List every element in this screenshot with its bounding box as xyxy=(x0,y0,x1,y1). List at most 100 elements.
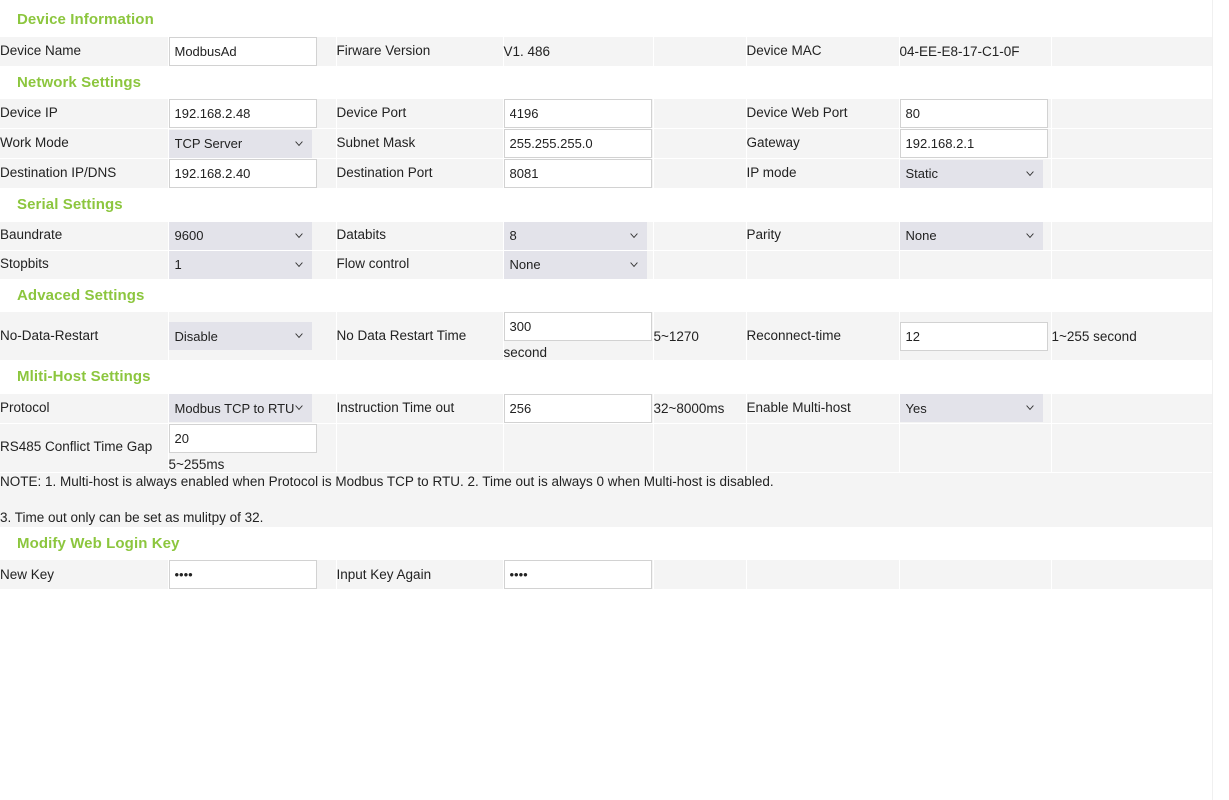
label-gateway: Gateway xyxy=(746,129,899,159)
label-reconnect-time: Reconnect-time xyxy=(746,312,899,360)
label-device-mac: Device MAC xyxy=(746,37,899,66)
cell-spacer xyxy=(1051,560,1212,589)
label-subnet-mask: Subnet Mask xyxy=(336,129,503,159)
baundrate-select[interactable]: 9600 xyxy=(169,222,312,250)
cell-spacer xyxy=(653,250,746,279)
table-row-note: NOTE: 1. Multi-host is always enabled wh… xyxy=(0,472,1212,527)
destination-port-input[interactable] xyxy=(504,159,652,188)
label-device-web-port: Device Web Port xyxy=(746,99,899,129)
ip-mode-select-wrap: Static xyxy=(900,160,1043,188)
section-title-network-settings: Network Settings xyxy=(0,66,1212,100)
no-data-restart-time-unit: second xyxy=(504,341,653,360)
cell-spacer xyxy=(1051,129,1212,159)
label-device-port: Device Port xyxy=(336,99,503,129)
cell-spacer xyxy=(653,129,746,159)
label-no-data-restart: No-Data-Restart xyxy=(0,312,168,360)
no-data-restart-select-wrap: Disable xyxy=(169,322,312,350)
databits-select[interactable]: 8 xyxy=(504,222,647,250)
label-work-mode: Work Mode xyxy=(0,129,168,159)
work-mode-select[interactable]: TCP Server xyxy=(169,130,312,158)
table-row: Baundrate 9600 Databits xyxy=(0,222,1212,251)
cell-device-name-input xyxy=(168,37,336,66)
cell-spacer xyxy=(653,560,746,589)
value-firmware-version: V1. 486 xyxy=(503,37,653,66)
serial-settings-table: Baundrate 9600 Databits xyxy=(0,222,1212,279)
cell-spacer xyxy=(336,423,503,472)
destination-ip-dns-input[interactable] xyxy=(169,159,317,188)
cell-device-web-port-input xyxy=(899,99,1051,129)
reconnect-time-input[interactable] xyxy=(900,322,1048,351)
label-no-data-restart-time: No Data Restart Time xyxy=(336,312,503,360)
value-device-mac: 04-EE-E8-17-C1-0F xyxy=(899,37,1051,66)
cell-new-key-input xyxy=(168,560,336,589)
label-device-ip: Device IP xyxy=(0,99,168,129)
cell-spacer xyxy=(899,250,1051,279)
cell-spacer xyxy=(653,37,746,66)
stopbits-select-wrap: 1 xyxy=(169,251,312,279)
label-rs485-conflict-time-gap: RS485 Conflict Time Gap xyxy=(0,423,168,472)
cell-spacer xyxy=(653,159,746,189)
label-firmware-version: Firware Version xyxy=(336,37,503,66)
hint-instruction-time-out-range: 32~8000ms xyxy=(653,394,746,424)
cell-databits-select: 8 xyxy=(503,222,653,251)
protocol-select-wrap: Modbus TCP to RTU xyxy=(169,394,312,422)
hint-no-data-restart-time-range: 5~1270 xyxy=(653,312,746,360)
cell-protocol-select: Modbus TCP to RTU xyxy=(168,394,336,424)
cell-spacer xyxy=(1051,99,1212,129)
ip-mode-select[interactable]: Static xyxy=(900,160,1043,188)
table-row: No-Data-Restart Disable No Data Restart … xyxy=(0,312,1212,360)
enable-multi-host-select[interactable]: Yes xyxy=(900,394,1043,422)
label-ip-mode: IP mode xyxy=(746,159,899,189)
cell-reconnect-time-input xyxy=(899,312,1051,360)
stopbits-select[interactable]: 1 xyxy=(169,251,312,279)
rs485-conflict-time-gap-range: 5~255ms xyxy=(169,453,336,472)
gateway-input[interactable] xyxy=(900,129,1048,158)
input-key-again-input[interactable] xyxy=(504,560,652,589)
table-row: Destination IP/DNS Destination Port IP m… xyxy=(0,159,1212,189)
instruction-time-out-input[interactable] xyxy=(504,394,652,423)
cell-rs485-conflict-time-gap-input: 5~255ms xyxy=(168,423,336,472)
device-port-input[interactable] xyxy=(504,99,652,128)
cell-baundrate-select: 9600 xyxy=(168,222,336,251)
cell-instruction-time-out-input xyxy=(503,394,653,424)
flow-control-select[interactable]: None xyxy=(504,251,647,279)
rs485-conflict-time-gap-input[interactable] xyxy=(169,424,317,453)
scrollbar-gutter[interactable] xyxy=(1212,0,1229,800)
table-row: Device IP Device Port Device Web Port xyxy=(0,99,1212,129)
cell-device-ip-input xyxy=(168,99,336,129)
section-title-modify-web-login-key: Modify Web Login Key xyxy=(0,527,1212,561)
multi-host-note: NOTE: 1. Multi-host is always enabled wh… xyxy=(0,472,1212,527)
device-ip-input[interactable] xyxy=(169,99,317,128)
protocol-select[interactable]: Modbus TCP to RTU xyxy=(169,394,312,422)
cell-spacer xyxy=(503,423,653,472)
label-instruction-time-out: Instruction Time out xyxy=(336,394,503,424)
new-key-input[interactable] xyxy=(169,560,317,589)
label-parity: Parity xyxy=(746,222,899,251)
cell-subnet-mask-input xyxy=(503,129,653,159)
device-information-table: Device Name Firware Version V1. 486 Devi… xyxy=(0,37,1212,66)
cell-destination-port-input xyxy=(503,159,653,189)
cell-spacer xyxy=(1051,37,1212,66)
multi-host-settings-table: Protocol Modbus TCP to RTU Instruction T… xyxy=(0,394,1212,527)
baundrate-select-wrap: 9600 xyxy=(169,222,312,250)
cell-spacer xyxy=(1051,222,1212,251)
cell-spacer xyxy=(1051,394,1212,424)
device-name-input[interactable] xyxy=(169,37,317,66)
settings-page: Device Information Device Name Firware V… xyxy=(0,0,1229,800)
hint-reconnect-time-range: 1~255 second xyxy=(1051,312,1212,360)
label-databits: Databits xyxy=(336,222,503,251)
subnet-mask-input[interactable] xyxy=(504,129,652,158)
cell-spacer xyxy=(653,423,746,472)
cell-no-data-restart-time-input: second xyxy=(503,312,653,360)
label-flow-control: Flow control xyxy=(336,250,503,279)
cell-enable-multi-host-select: Yes xyxy=(899,394,1051,424)
cell-parity-select: None xyxy=(899,222,1051,251)
no-data-restart-time-input[interactable] xyxy=(504,312,652,341)
label-input-key-again: Input Key Again xyxy=(336,560,503,589)
section-title-multi-host-settings: Mliti-Host Settings xyxy=(0,360,1212,394)
cell-input-key-again-input xyxy=(503,560,653,589)
no-data-restart-select[interactable]: Disable xyxy=(169,322,312,350)
parity-select[interactable]: None xyxy=(900,222,1043,250)
table-row: RS485 Conflict Time Gap 5~255ms xyxy=(0,423,1212,472)
device-web-port-input[interactable] xyxy=(900,99,1048,128)
